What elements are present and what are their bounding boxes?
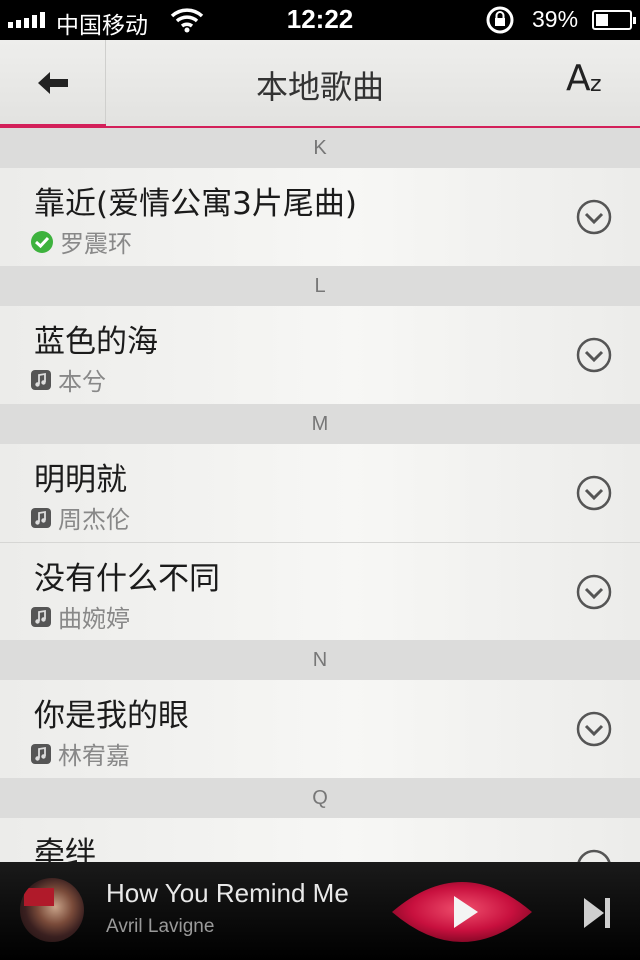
battery-icon xyxy=(592,10,636,30)
artist-name: 罗震环 xyxy=(60,230,132,258)
chevron-down-icon[interactable] xyxy=(576,711,612,747)
artist-name: 曲婉婷 xyxy=(58,605,130,633)
now-playing-artist[interactable]: Avril Lavigne xyxy=(106,916,214,938)
now-playing-title[interactable]: How You Remind Me xyxy=(106,878,349,909)
artist-name: 林宥嘉 xyxy=(58,742,130,770)
play-button[interactable] xyxy=(390,870,534,954)
music-note-icon xyxy=(31,369,51,390)
song-title: 没有什么不同 xyxy=(34,561,220,597)
rotation-lock-icon xyxy=(486,6,514,34)
chevron-down-icon[interactable] xyxy=(576,199,612,235)
song-title: 牵绊 xyxy=(34,836,96,862)
chevron-down-icon[interactable] xyxy=(576,475,612,511)
song-row[interactable]: 牵绊 xyxy=(0,818,640,862)
artist-line: 本兮 xyxy=(30,362,106,397)
chevron-down-icon[interactable] xyxy=(576,849,612,862)
now-playing-bar[interactable]: How You Remind Me Avril Lavigne xyxy=(0,862,640,960)
artist-name: 本兮 xyxy=(58,368,106,396)
az-sort-icon-sub: z xyxy=(590,72,602,97)
section-header: Q xyxy=(0,778,640,818)
chevron-down-icon[interactable] xyxy=(576,574,612,610)
song-list[interactable]: K 靠近(爱情公寓3片尾曲) 罗震环 L 蓝色的海 本兮 M 明明就 周杰伦 没有什么不同 曲婉婷 N… xyxy=(0,128,640,862)
album-cover[interactable] xyxy=(20,878,84,942)
status-bar: 中国移动 12:22 39% xyxy=(0,0,640,40)
arrow-left-icon xyxy=(37,72,68,94)
artist-line: 罗震环 xyxy=(30,224,132,259)
music-note-icon xyxy=(31,743,51,764)
song-title: 你是我的眼 xyxy=(34,698,189,734)
battery-level xyxy=(596,14,608,26)
song-row[interactable]: 蓝色的海本兮 xyxy=(0,306,640,404)
section-header: K xyxy=(0,128,640,168)
music-note-icon xyxy=(31,606,51,627)
skip-next-icon[interactable] xyxy=(582,896,612,930)
artist-line: 曲婉婷 xyxy=(30,599,130,634)
song-title: 蓝色的海 xyxy=(34,324,158,360)
song-title: 靠近(爱情公寓3片尾曲) xyxy=(34,186,357,222)
artist-line: 林宥嘉 xyxy=(30,736,130,771)
back-button[interactable] xyxy=(0,40,106,128)
song-title: 明明就 xyxy=(34,462,127,498)
section-header: N xyxy=(0,640,640,680)
song-row[interactable]: 你是我的眼林宥嘉 xyxy=(0,680,640,778)
section-header: M xyxy=(0,404,640,444)
downloaded-check-icon xyxy=(31,230,53,253)
artist-line: 周杰伦 xyxy=(30,500,130,535)
song-row[interactable]: 明明就周杰伦 xyxy=(0,444,640,542)
music-note-icon xyxy=(31,507,51,528)
chevron-down-icon[interactable] xyxy=(576,337,612,373)
battery-percent: 39% xyxy=(532,6,579,32)
section-header: L xyxy=(0,266,640,306)
sort-az-button[interactable]: A z xyxy=(566,58,620,108)
nav-bar: 本地歌曲 A z xyxy=(0,40,640,128)
song-row[interactable]: 靠近(爱情公寓3片尾曲) 罗震环 xyxy=(0,168,640,266)
artist-name: 周杰伦 xyxy=(58,506,130,534)
song-row[interactable]: 没有什么不同曲婉婷 xyxy=(0,542,640,640)
az-sort-icon: A xyxy=(566,58,591,99)
